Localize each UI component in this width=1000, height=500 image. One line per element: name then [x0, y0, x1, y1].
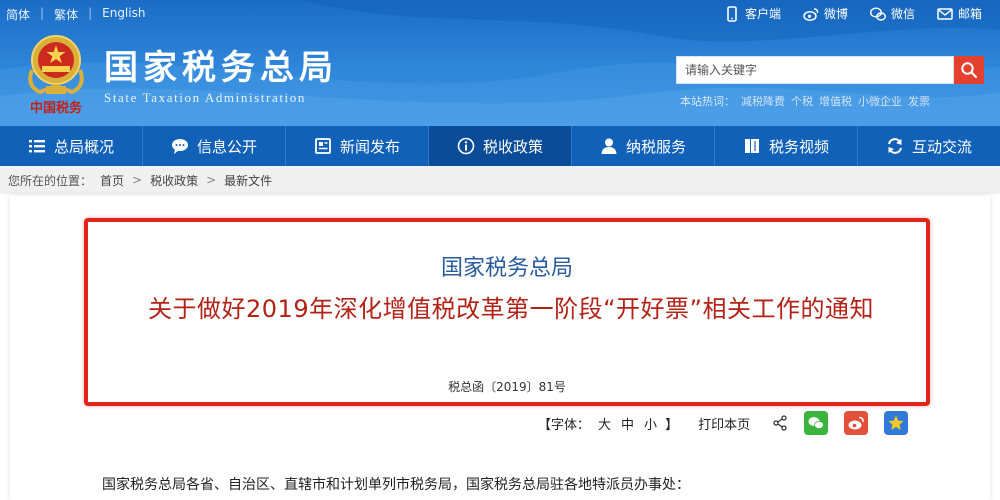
hot-keywords: 本站热词： 减税降费 个税 增值税 小微企业 发票 — [680, 93, 930, 109]
font-size-large-button[interactable]: 大 — [596, 414, 613, 433]
nav-item-taxpayer-service[interactable]: 纳税服务 — [572, 126, 715, 166]
search-input[interactable] — [677, 57, 953, 83]
search-button[interactable] — [954, 56, 984, 84]
wechat-icon — [869, 7, 886, 21]
lang-separator: | — [88, 6, 93, 20]
hot-keyword-link[interactable]: 减税降费 — [741, 93, 785, 109]
hot-keywords-label: 本站热词： — [680, 95, 735, 108]
article-tools: 【字体： 大 中 小 】 打印本页 — [538, 408, 909, 438]
nav-item-label: 税收政策 — [482, 137, 543, 156]
article-title: 关于做好2019年深化增值税改革第一阶段“开好票”相关工作的通知 — [148, 295, 874, 323]
font-size-label-open: 【字体： — [538, 417, 591, 433]
hot-keyword-link[interactable]: 小微企业 — [858, 93, 902, 109]
share-wechat-button[interactable] — [804, 411, 829, 435]
hot-keyword-link[interactable]: 发票 — [908, 93, 930, 109]
wechat-link[interactable]: 微信 — [869, 5, 915, 22]
lang-traditional-link[interactable]: 繁体 — [54, 6, 78, 23]
lang-separator: | — [40, 6, 45, 20]
email-link[interactable]: 邮箱 — [937, 5, 982, 22]
nav-item-disclosure[interactable]: 信息公开 — [143, 126, 286, 166]
phone-icon — [727, 5, 737, 22]
breadcrumb-latest-docs-link[interactable]: 最新文件 — [224, 172, 272, 189]
breadcrumb-tax-policy-link[interactable]: 税收政策 — [150, 172, 198, 189]
nav-item-overview[interactable]: 总局概况 — [0, 126, 143, 166]
nav-item-label: 纳税服务 — [625, 137, 686, 156]
nav-item-tax-policy[interactable]: 税收政策 — [429, 126, 572, 166]
weibo-link[interactable]: 微博 — [803, 5, 848, 22]
site-title: 国家税务总局 — [104, 48, 338, 88]
email-link-label: 邮箱 — [957, 7, 982, 21]
nav-item-label: 新闻发布 — [339, 137, 400, 156]
exchange-icon — [888, 138, 902, 154]
video-icon — [744, 139, 759, 153]
logo-text: 中国税务 — [30, 100, 83, 116]
mail-icon — [937, 7, 953, 20]
main-nav: 总局概况 信息公开 新闻发布 税收政策 纳税服务 税务视频 互动交流 — [0, 126, 1000, 166]
breadcrumb-separator: > — [132, 173, 143, 187]
menu-icon — [28, 140, 45, 153]
chat-icon — [171, 139, 188, 154]
user-icon — [601, 138, 617, 154]
weibo-icon — [803, 7, 819, 21]
breadcrumb-prefix: 您所在的位置： — [8, 173, 93, 188]
hot-keyword-link[interactable]: 个税 — [791, 93, 813, 109]
breadcrumb: 您所在的位置： 首页 > 税收政策 > 最新文件 — [0, 166, 1000, 194]
breadcrumb-separator: > — [206, 173, 217, 187]
share-weibo-button[interactable] — [844, 411, 869, 435]
site-header: 简体 | 繁体 | English 客户端 微博 微信 邮箱 中国税务 国家税务… — [0, 0, 1000, 126]
nav-item-label: 税务视频 — [768, 137, 829, 156]
font-size-medium-button[interactable]: 中 — [619, 414, 636, 433]
nav-item-label: 互动交流 — [911, 137, 972, 156]
search-box — [676, 56, 954, 84]
weibo-link-label: 微博 — [823, 7, 848, 21]
article-org: 国家税务总局 — [440, 256, 573, 281]
nav-item-news[interactable]: 新闻发布 — [286, 126, 429, 166]
star-icon — [888, 415, 904, 430]
top-links: 客户端 微博 微信 邮箱 — [724, 5, 982, 22]
article-title-highlight-box: 国家税务总局 关于做好2019年深化增值税改革第一阶段“开好票”相关工作的通知 … — [84, 218, 930, 406]
wechat-link-label: 微信 — [890, 7, 915, 21]
article-doc-number: 税总函〔2019〕81号 — [448, 380, 566, 394]
lang-english-link[interactable]: English — [102, 6, 145, 23]
client-link-label: 客户端 — [744, 7, 781, 21]
client-link[interactable]: 客户端 — [724, 5, 781, 22]
share-icon[interactable] — [772, 415, 788, 431]
lang-simplified-link[interactable]: 简体 — [6, 6, 30, 23]
share-qzone-button[interactable] — [884, 411, 909, 435]
info-icon — [457, 137, 475, 155]
wechat-icon — [808, 417, 824, 429]
site-subtitle: State Taxation Administration — [104, 90, 306, 105]
nav-item-interaction[interactable]: 互动交流 — [858, 126, 1000, 166]
hot-keyword-link[interactable]: 增值税 — [819, 93, 852, 109]
font-size-small-button[interactable]: 小 — [642, 414, 659, 433]
print-page-link[interactable]: 打印本页 — [698, 414, 750, 433]
emblem-logo[interactable]: 中国税务 — [20, 30, 92, 116]
breadcrumb-home-link[interactable]: 首页 — [100, 172, 124, 189]
top-bar: 简体 | 繁体 | English 客户端 微博 微信 邮箱 — [0, 0, 1000, 28]
search-icon — [961, 62, 978, 79]
news-icon — [315, 138, 331, 154]
article-panel: 国家税务总局 关于做好2019年深化增值税改革第一阶段“开好票”相关工作的通知 … — [10, 196, 990, 500]
article-salutation: 国家税务总局各省、自治区、直辖市和计划单列市税务局，国家税务总局驻各地特派员办事… — [102, 477, 690, 493]
nav-item-label: 信息公开 — [196, 137, 257, 156]
weibo-icon — [848, 416, 864, 430]
language-switcher: 简体 | 繁体 | English — [6, 6, 145, 23]
nav-item-tax-video[interactable]: 税务视频 — [715, 126, 858, 166]
nav-item-label: 总局概况 — [53, 137, 114, 156]
font-size-label-close: 】 — [665, 417, 679, 433]
